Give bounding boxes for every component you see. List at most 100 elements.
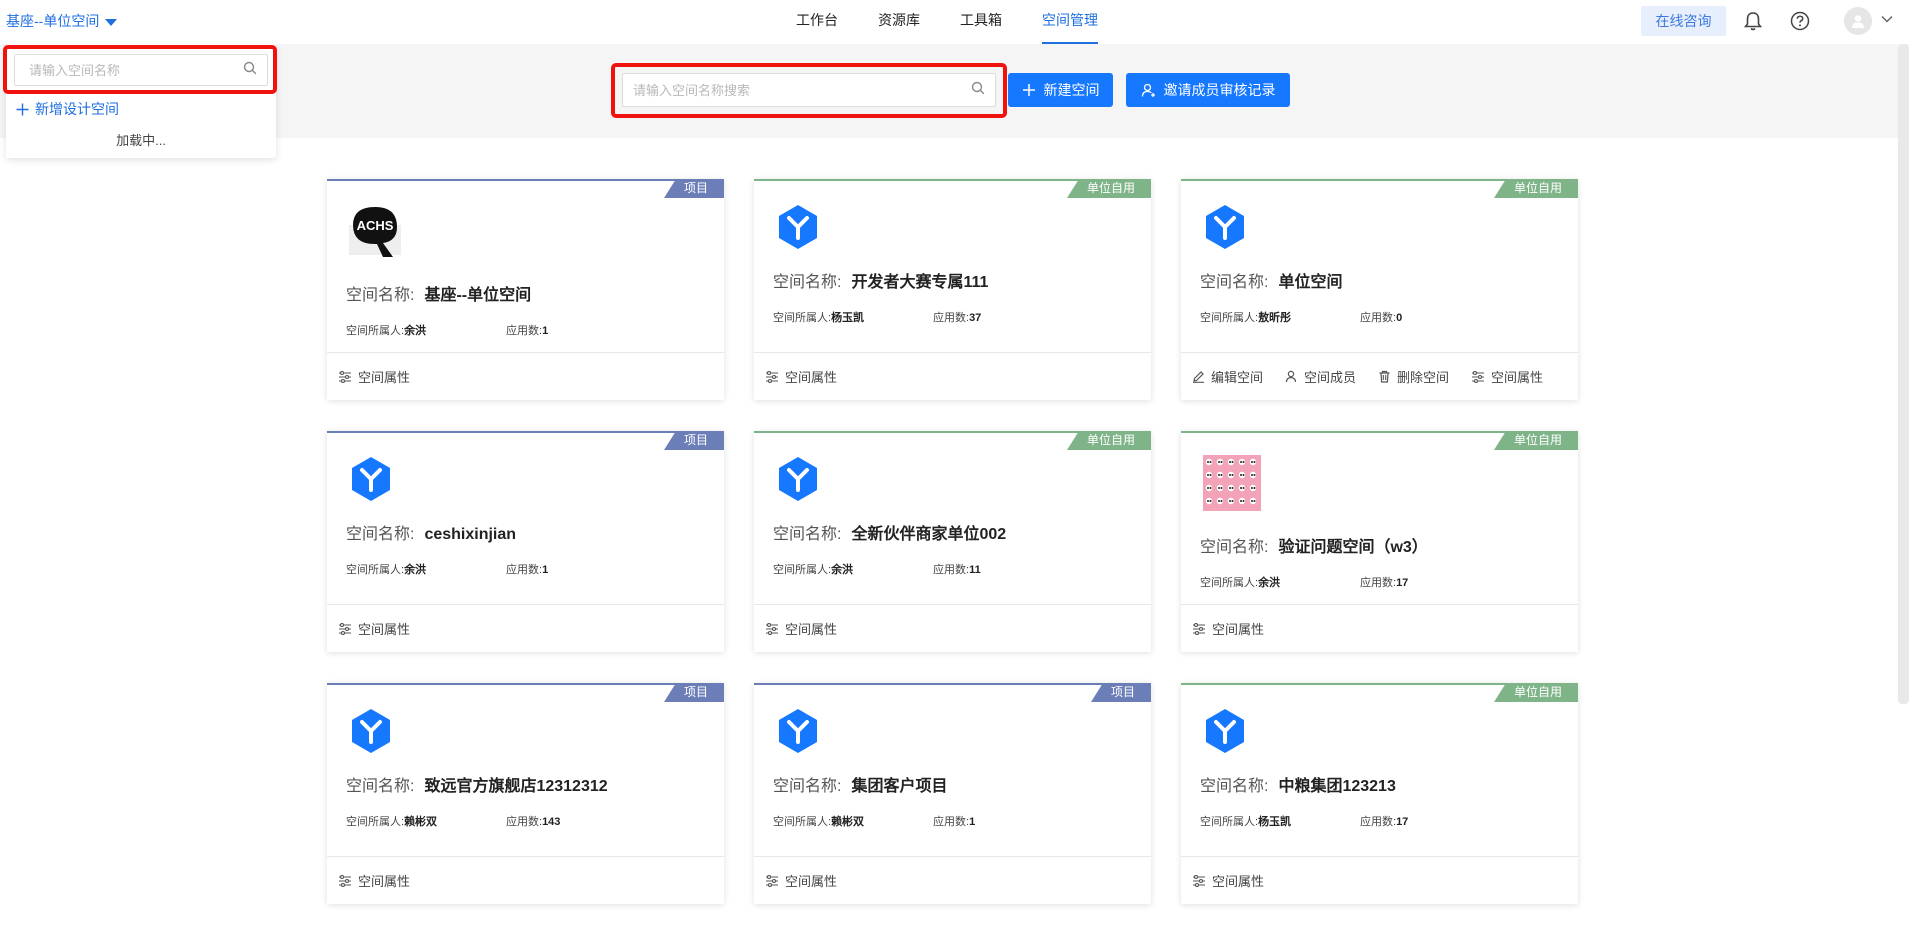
nav-space-management[interactable]: 空间管理 [1042,0,1098,44]
space-owner: 空间所属人:余洪 [346,561,506,577]
space-properties-button[interactable]: 空间属性 [338,619,410,638]
space-name-row: 空间名称: 基座--单位空间 [346,281,531,305]
apps-value: 1 [542,325,549,337]
space-name-row: 空间名称: 中粮集团123213 [1200,772,1396,796]
space-search-box [622,73,996,107]
bell-icon[interactable] [1742,10,1764,32]
space-name-label: 空间名称: [773,778,842,795]
dropdown-search-input[interactable] [15,55,243,85]
action-label: 空间属性 [785,874,838,889]
delete-space-button[interactable]: 删除空间 [1378,367,1449,386]
space-name: 单位空间 [1278,274,1343,291]
chevron-down-icon[interactable] [1880,12,1894,31]
card-actions: 空间属性 [754,856,1151,904]
space-properties-button[interactable]: 空间属性 [338,367,410,386]
cube-icon [349,455,401,511]
space-name-label: 空间名称: [346,526,415,543]
apps-value: 0 [1396,312,1403,324]
space-search-input[interactable] [623,74,971,106]
space-card[interactable]: 项目 空间名称: 致远官方旗舰店12312312 空间所属人:赖彬双 应用数:143 空间… [327,683,724,904]
settings-sliders-icon [1192,622,1206,635]
action-label: 空间属性 [1212,622,1265,637]
space-meta: 空间所属人:余洪 应用数:17 [1200,574,1408,590]
top-header: 基座--单位空间 工作台 资源库 工具箱 空间管理 在线咨询 [0,0,1909,44]
settings-sliders-icon [765,370,779,383]
apps-value: 11 [969,564,981,576]
space-name-row: 空间名称: 全新伙伴商家单位002 [773,520,1006,544]
space-card[interactable]: 项目 ACHS 空间名称: 基座--单位空间 空间所属人:余洪 应用数:1 空间属性 [327,179,724,400]
space-meta: 空间所属人:余洪 应用数:1 [346,322,548,338]
page-scrollbar[interactable] [1898,44,1909,704]
add-design-space-link[interactable]: 新增设计空间 [16,99,119,119]
space-name-row: 空间名称: 开发者大赛专属111 [773,268,988,292]
space-properties-button[interactable]: 空间属性 [1192,619,1264,638]
panda-pattern-image [1203,455,1261,511]
space-card[interactable]: 项目 空间名称: 集团客户项目 空间所属人:赖彬双 应用数:1 空间属性 [754,683,1151,904]
add-design-space-label: 新增设计空间 [35,101,119,117]
card-actions: 空间属性 [1181,856,1578,904]
app-count: 应用数:0 [1360,309,1402,325]
cube-icon [349,707,401,763]
owner-label: 空间所属人: [773,564,832,576]
owner-value: 余洪 [1258,577,1281,589]
space-switcher[interactable]: 基座--单位空间 [6,11,118,31]
space-card[interactable]: 项目 空间名称: ceshixinjian 空间所属人:余洪 应用数:1 空间属性 [327,431,724,652]
space-card[interactable]: 单位自用 空间名称: 中粮集团123213 空间所属人:杨玉凯 应用数:17 空间属性 [1181,683,1578,904]
cube-icon [776,455,828,511]
nav-workbench[interactable]: 工作台 [796,0,838,44]
search-icon[interactable] [243,61,257,80]
space-type-badge: 单位自用 [1066,179,1151,198]
space-card[interactable]: 单位自用 空间名称: 验证问题空间（w3） 空间所属人:余洪 应用数:17 空间属性 [1181,431,1578,652]
apps-label: 应用数: [933,816,970,828]
space-meta: 空间所属人:余洪 应用数:1 [346,561,548,577]
space-owner: 空间所属人:杨玉凯 [1200,813,1360,829]
owner-value: 赖彬双 [404,816,438,828]
apps-value: 37 [969,312,982,324]
invite-records-button[interactable]: 邀请成员审核记录 [1126,73,1290,107]
settings-sliders-icon [338,874,352,887]
owner-label: 空间所属人: [346,564,405,576]
space-members-button[interactable]: 空间成员 [1285,367,1356,386]
plus-icon [16,103,29,115]
apps-value: 17 [1396,816,1409,828]
space-properties-button[interactable]: 空间属性 [765,619,837,638]
card-actions: 空间属性 [327,352,724,400]
new-space-label: 新建空间 [1043,82,1100,98]
space-name-row: 空间名称: ceshixinjian [346,520,516,544]
search-icon[interactable] [971,81,985,100]
space-name-label: 空间名称: [1200,274,1269,291]
cube-icon [1203,707,1255,763]
settings-sliders-icon [765,622,779,635]
help-icon[interactable] [1789,10,1811,32]
space-properties-button[interactable]: 空间属性 [1192,871,1264,890]
space-name-label: 空间名称: [1200,778,1269,795]
space-properties-button[interactable]: 空间属性 [765,367,837,386]
space-card[interactable]: 单位自用 空间名称: 单位空间 空间所属人:敖昕彤 应用数:0 编辑空间 空间成员 删除空间空… [1181,179,1578,400]
apps-label: 应用数: [1360,816,1397,828]
action-label: 空间属性 [1212,874,1265,889]
online-consult-button[interactable]: 在线咨询 [1641,6,1726,36]
apps-value: 17 [1396,577,1409,589]
space-type-badge: 项目 [663,683,724,702]
space-properties-button[interactable]: 空间属性 [338,871,410,890]
new-space-button[interactable]: 新建空间 [1008,73,1113,107]
space-type-badge: 项目 [1090,683,1151,702]
nav-toolbox[interactable]: 工具箱 [960,0,1002,44]
action-label: 删除空间 [1397,370,1450,385]
current-space-label: 基座--单位空间 [6,13,100,29]
space-properties-button[interactable]: 空间属性 [1471,367,1543,386]
edit-space-button[interactable]: 编辑空间 [1192,367,1263,386]
plus-icon [1022,84,1035,96]
space-owner: 空间所属人:余洪 [1200,574,1360,590]
settings-sliders-icon [338,370,352,383]
nav-resource-library[interactable]: 资源库 [878,0,920,44]
user-avatar[interactable] [1844,7,1872,35]
space-card[interactable]: 单位自用 空间名称: 全新伙伴商家单位002 空间所属人:余洪 应用数:11 空间属性 [754,431,1151,652]
card-actions: 空间属性 [754,604,1151,652]
cube-icon [1203,203,1255,259]
space-card[interactable]: 单位自用 空间名称: 开发者大赛专属111 空间所属人:杨玉凯 应用数:37 空间属性 [754,179,1151,400]
settings-sliders-icon [1471,370,1485,383]
space-meta: 空间所属人:杨玉凯 应用数:17 [1200,813,1408,829]
achs-logo-text: ACHS [357,218,394,233]
space-properties-button[interactable]: 空间属性 [765,871,837,890]
